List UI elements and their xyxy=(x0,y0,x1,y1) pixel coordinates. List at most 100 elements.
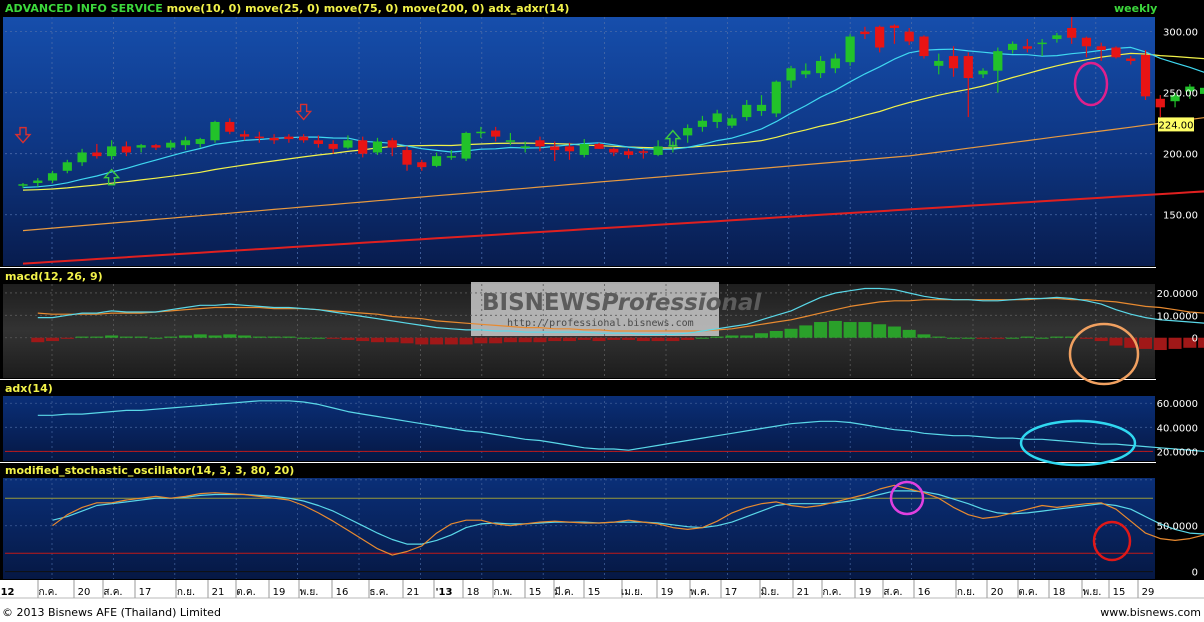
macd-histogram-bar xyxy=(548,337,562,342)
macd-histogram-bar xyxy=(1035,337,1049,339)
macd-histogram-bar xyxy=(1094,337,1108,342)
candle-down xyxy=(1140,54,1151,97)
macd-histogram-bar xyxy=(46,337,60,342)
macd-histogram-bar xyxy=(725,335,739,338)
candle-down xyxy=(1155,98,1165,108)
candle-down xyxy=(948,56,959,69)
y-tick-label: 40.0000 xyxy=(1157,423,1198,434)
y-tick-label: 50.0000 xyxy=(1157,522,1198,533)
candle-up xyxy=(742,104,752,118)
y-tick-label: 0 xyxy=(1192,334,1198,345)
candle-down xyxy=(299,136,309,141)
candle-down xyxy=(92,152,102,157)
candle-down xyxy=(550,146,560,151)
y-tick-label: 250.00 xyxy=(1163,89,1198,100)
macd-histogram-bar xyxy=(1050,336,1064,338)
macd-histogram-bar xyxy=(90,336,104,338)
x-tick-label: 21 xyxy=(797,587,810,598)
x-tick-label: 18 xyxy=(467,587,480,598)
candle-up xyxy=(830,58,840,69)
macd-histogram-bar xyxy=(341,337,355,340)
candle-down xyxy=(638,151,648,153)
macd-histogram-bar xyxy=(297,337,311,339)
x-tick-label: 19 xyxy=(859,587,872,598)
macd-histogram-bar xyxy=(636,337,650,342)
last-price-tag: 224.00 xyxy=(1158,117,1194,132)
candle-up xyxy=(431,156,442,166)
candle-down xyxy=(358,140,368,154)
x-tick-label: ก.ย. xyxy=(177,587,195,598)
x-tick-label: ก.ย. xyxy=(957,587,975,598)
x-tick-label: มิ.ย. xyxy=(761,587,780,598)
candle-down xyxy=(904,31,914,42)
macd-histogram-bar xyxy=(932,336,946,338)
x-tick-label: ส.ค. xyxy=(883,587,902,598)
x-tick-label: 21 xyxy=(212,587,225,598)
candle-up xyxy=(1037,42,1047,45)
macd-histogram-bar xyxy=(695,337,709,339)
macd-histogram-bar xyxy=(311,337,325,339)
candle-up xyxy=(520,146,530,148)
macd-histogram-bar xyxy=(164,336,178,338)
macd-histogram-bar xyxy=(1109,337,1123,346)
candle-down xyxy=(121,146,131,153)
candle-up xyxy=(771,81,781,114)
footer-copyright: © 2013 Bisnews AFE (Thailand) Limited xyxy=(2,606,221,619)
candle-up xyxy=(934,60,944,66)
macd-histogram-bar xyxy=(887,326,901,338)
candle-down xyxy=(1081,37,1092,47)
stochastic-panel-title: modified_stochastic_oscillator(14, 3, 3,… xyxy=(5,464,294,477)
macd-histogram-bar xyxy=(1139,337,1153,349)
macd-histogram-bar xyxy=(134,336,148,338)
macd-histogram-bar xyxy=(991,337,1005,339)
x-tick-label: 17 xyxy=(139,587,152,598)
x-tick-label: 21 xyxy=(407,587,420,598)
x-tick-label: 19 xyxy=(273,587,286,598)
candle-down xyxy=(417,162,427,168)
candle-up xyxy=(727,118,737,126)
macd-histogram-bar xyxy=(400,337,414,344)
macd-histogram-bar xyxy=(1198,337,1204,348)
candle-up xyxy=(1007,43,1018,50)
candle-up xyxy=(786,68,796,81)
macd-histogram-bar xyxy=(947,337,961,339)
macd-histogram-bar xyxy=(370,337,384,343)
candle-up xyxy=(136,145,146,148)
x-tick-label: '12 xyxy=(0,587,15,598)
candle-up xyxy=(801,70,811,75)
macd-histogram-bar xyxy=(223,334,237,338)
macd-histogram-bar xyxy=(858,322,872,338)
candle-down xyxy=(919,36,929,57)
x-tick-label: 15 xyxy=(1113,587,1126,598)
macd-histogram-bar xyxy=(178,335,192,338)
macd-histogram-bar xyxy=(105,335,119,338)
macd-histogram-bar xyxy=(577,337,591,340)
candle-down xyxy=(402,150,412,165)
candle-up xyxy=(33,180,43,183)
x-tick-label: 20 xyxy=(78,587,91,598)
x-tick-label: ก.ค. xyxy=(822,587,841,598)
candle-down xyxy=(225,121,235,132)
candle-down xyxy=(564,146,575,152)
candle-down xyxy=(313,140,323,144)
macd-histogram-bar xyxy=(385,337,399,343)
macd-histogram-bar xyxy=(769,331,783,338)
y-tick-label: 60.0000 xyxy=(1157,399,1198,410)
macd-histogram-bar xyxy=(75,336,89,338)
macd-histogram-bar xyxy=(533,337,547,343)
y-tick-label: 0 xyxy=(1192,568,1198,579)
candle-up xyxy=(166,142,176,148)
candle-up xyxy=(815,60,826,74)
x-tick-label: 16 xyxy=(336,587,349,598)
watermark: BISNEWSProfessional http://professional.… xyxy=(471,282,762,336)
x-tick-label: 15 xyxy=(588,587,601,598)
macd-histogram-bar xyxy=(503,337,517,343)
last-price-label: 224.00 xyxy=(1159,120,1194,131)
watermark-line1: BISNEWSProfessional xyxy=(482,290,762,316)
candle-down xyxy=(1096,46,1106,50)
macd-histogram-bar xyxy=(710,336,724,338)
candle-up xyxy=(446,156,456,158)
candle-up xyxy=(195,139,205,144)
x-tick-label: ก.พ. xyxy=(493,587,512,598)
x-tick-label: 20 xyxy=(991,587,1004,598)
